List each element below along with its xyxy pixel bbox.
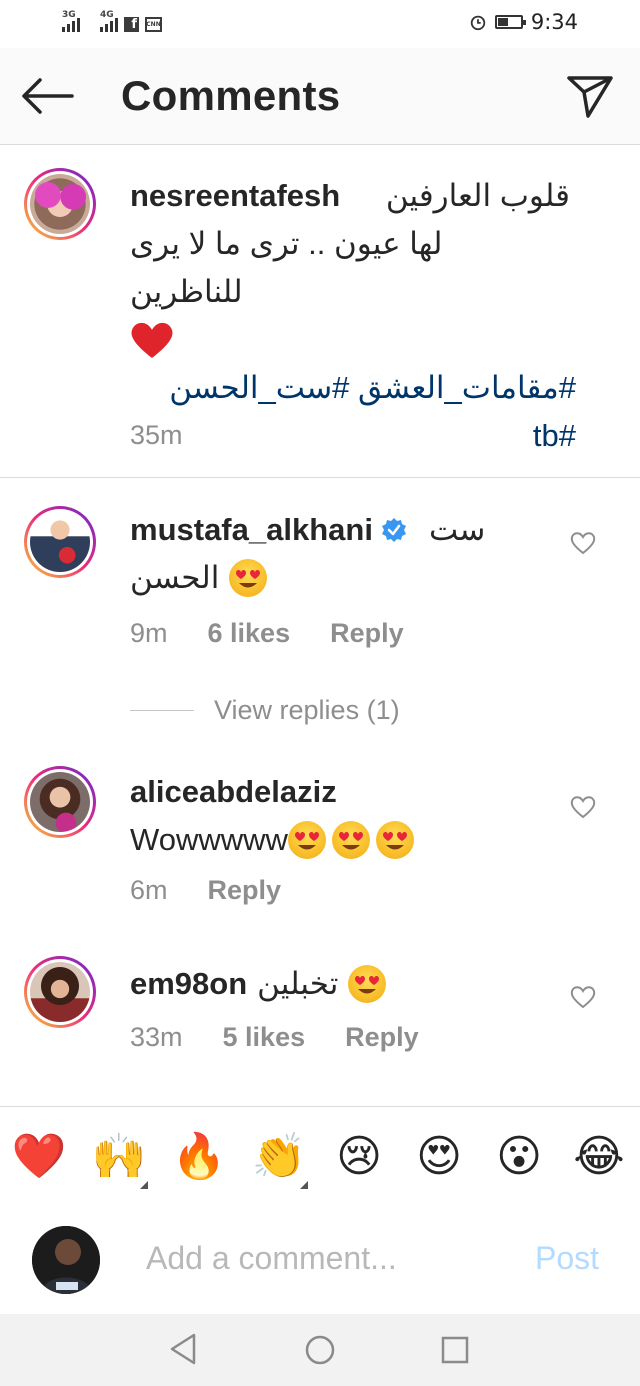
clapping-hands-emoji-icon: 👏	[251, 1132, 307, 1181]
comment-time: 9m	[130, 618, 168, 648]
comment-meta: 9m 6 likes Reply	[130, 618, 404, 649]
avatar[interactable]	[24, 766, 96, 838]
replies-line	[130, 710, 194, 711]
clock: 9:34	[530, 10, 578, 34]
comment-body: mustafa_alkhani ست الحسن	[130, 506, 510, 602]
comment-username[interactable]: nesreentafesh	[130, 172, 340, 220]
crying-face-emoji-icon: 😢	[336, 1131, 382, 1181]
heart-eyes-emoji	[287, 821, 326, 859]
reaction-crying[interactable]: 😢	[332, 1129, 386, 1183]
comment-body: em98on تخبلين	[130, 960, 510, 1008]
battery-icon	[494, 15, 526, 29]
recents-nav-icon[interactable]	[440, 1335, 470, 1365]
heart-emoji-icon: ❤️	[11, 1132, 67, 1181]
facebook-icon: f	[124, 17, 139, 32]
network-type-1: 3G	[62, 10, 76, 20]
system-nav-bar	[0, 1314, 640, 1386]
header: Comments	[0, 48, 640, 145]
likes-count[interactable]: 6 likes	[208, 618, 291, 649]
comment-time: 35m	[130, 420, 183, 450]
comment-username[interactable]: em98on	[130, 960, 247, 1008]
verified-badge-icon	[381, 518, 406, 542]
avatar[interactable]	[24, 168, 96, 240]
avatar[interactable]	[24, 506, 96, 578]
comment-meta: 33m 5 likes Reply	[130, 1022, 419, 1053]
surprised-face-emoji-icon: 😮	[496, 1131, 542, 1181]
avatar[interactable]	[24, 956, 96, 1028]
heart-eyes-emoji	[375, 821, 414, 859]
home-nav-icon[interactable]	[304, 1334, 336, 1366]
comment-body: aliceabdelaziz Wowwwww	[130, 768, 510, 864]
comment-input[interactable]: Add a comment...	[146, 1240, 397, 1277]
heart-emoji	[130, 316, 570, 364]
comment-meta: 6m Reply	[130, 875, 281, 906]
network-type-2: 4G	[100, 10, 114, 20]
comment-time: 33m	[130, 1022, 183, 1052]
heart-eyes-emoji-icon: 😍	[416, 1131, 462, 1181]
comment-meta: 35m	[130, 420, 183, 451]
hashtags[interactable]: tb#	[130, 412, 576, 460]
direct-send-icon[interactable]	[566, 72, 614, 120]
quick-reactions-bar: ❤️ 🙌 🔥 👏 😢 😍 😮 😂	[0, 1106, 640, 1205]
status-bar: 3G 4G f CNN 9:34	[0, 0, 640, 48]
reply-button[interactable]: Reply	[345, 1022, 419, 1053]
alarm-icon	[470, 15, 486, 31]
tears-of-joy-emoji-icon: 😂	[573, 1131, 625, 1181]
likes-count[interactable]: 5 likes	[223, 1022, 306, 1053]
cnn-icon: CNN	[145, 17, 162, 32]
comment-text: Wowwwww	[130, 822, 288, 857]
comment-text: الحسن	[130, 560, 220, 595]
heart-eyes-emoji	[348, 965, 387, 1003]
reaction-laughing[interactable]: 😂	[572, 1129, 626, 1183]
like-heart-icon[interactable]	[569, 984, 597, 1010]
comment-text: لها عيون .. ترى ما لا يرى للناظرين	[130, 226, 443, 309]
post-button[interactable]: Post	[535, 1240, 599, 1277]
raised-hands-emoji-icon: 🙌	[91, 1132, 147, 1181]
reply-button[interactable]: Reply	[330, 618, 404, 649]
signal-icon-2: 4G	[100, 10, 118, 32]
reaction-heart-eyes[interactable]: 😍	[412, 1129, 466, 1183]
comment-username[interactable]: aliceabdelaziz	[130, 768, 510, 816]
reply-button[interactable]: Reply	[208, 875, 282, 906]
status-right: 9:34	[469, 10, 578, 34]
comment-text: تخبلين	[257, 966, 339, 1001]
comment-composer: Add a comment... Post	[0, 1204, 640, 1314]
reaction-raised-hands[interactable]: 🙌	[91, 1129, 148, 1189]
view-replies-label: View replies (1)	[214, 695, 400, 725]
comment-text: ست	[428, 512, 486, 547]
back-nav-icon[interactable]	[168, 1332, 198, 1366]
current-user-avatar	[32, 1226, 100, 1294]
page-title: Comments	[121, 72, 341, 119]
comment-time: 6m	[130, 875, 168, 905]
reaction-surprised[interactable]: 😮	[492, 1129, 546, 1183]
heart-eyes-emoji	[331, 821, 370, 859]
like-heart-icon[interactable]	[569, 530, 597, 556]
heart-eyes-emoji	[229, 559, 268, 597]
view-replies-button[interactable]: View replies (1)	[214, 695, 400, 726]
reaction-heart[interactable]: ❤️	[11, 1129, 67, 1183]
comment-username[interactable]: mustafa_alkhani	[130, 506, 373, 554]
signal-icon-1: 3G	[62, 10, 80, 32]
fire-emoji-icon: 🔥	[171, 1132, 227, 1181]
reaction-fire[interactable]: 🔥	[171, 1129, 227, 1183]
reaction-clap[interactable]: 👏	[251, 1129, 308, 1189]
divider	[0, 477, 640, 478]
comment-text: قلوب العارفين	[385, 178, 570, 213]
back-arrow-icon[interactable]	[20, 76, 74, 116]
status-left: 3G 4G f CNN	[62, 10, 162, 32]
hashtags[interactable]: #مقامات_العشق #ست_الحسن	[130, 364, 576, 412]
caption: nesreentafesh قلوب العارفين لها عيون .. …	[130, 172, 576, 460]
like-heart-icon[interactable]	[569, 794, 597, 820]
